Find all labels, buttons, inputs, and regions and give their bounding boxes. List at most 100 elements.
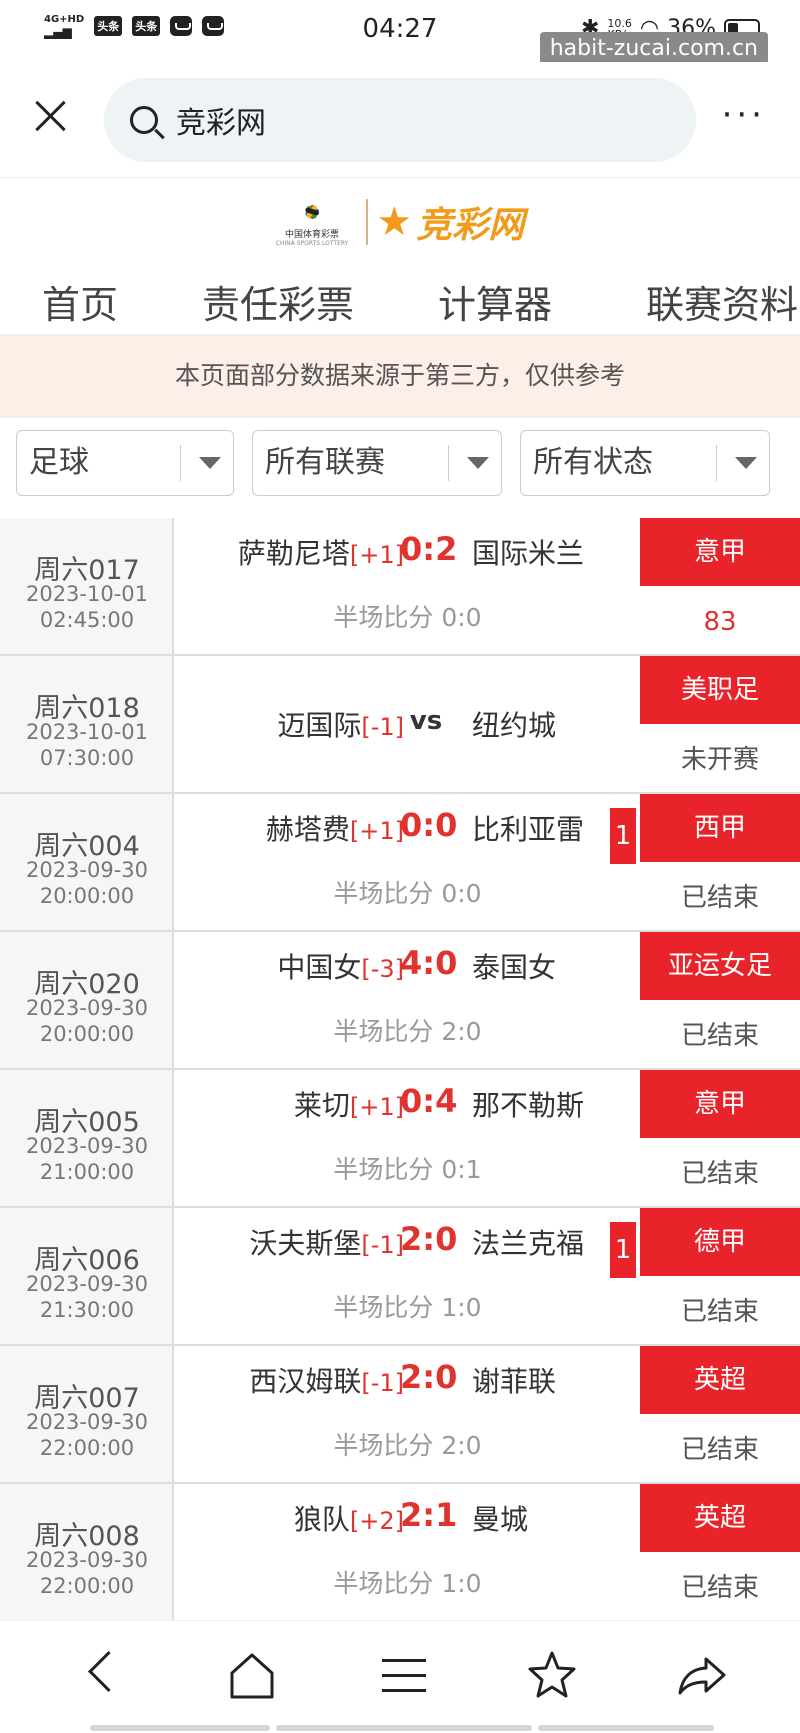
match-row[interactable]: 周六018 2023-10-01 07:30:00 迈国际[-1] vs 纽约城…: [0, 656, 800, 794]
bookmark-star-icon[interactable]: [522, 1645, 582, 1705]
lottery-name: 中国体育彩票: [285, 230, 340, 240]
sport-select[interactable]: 足球: [16, 430, 234, 496]
match-score: 2:1: [400, 1496, 458, 1534]
league-select[interactable]: 所有联赛: [252, 430, 502, 496]
match-time: 22:00:00: [39, 1574, 135, 1598]
select-divider: [180, 445, 181, 481]
half-time-score: 半场比分 2:0: [333, 1431, 482, 1460]
half-time-score: 半场比分 1:0: [333, 1569, 482, 1598]
match-status: 已结束: [640, 862, 800, 930]
more-menu-icon[interactable]: ···: [722, 98, 766, 132]
away-team: 曼城: [472, 1503, 529, 1536]
match-league-cell: 西甲 已结束: [640, 794, 800, 930]
match-date: 2023-09-30: [25, 1272, 149, 1296]
match-teams-cell: 赫塔费[+1] 0:0 比利亚雷 半场比分 0:0: [176, 794, 639, 930]
lottery-star-icon: [297, 197, 327, 227]
match-date-cell: 周六020 2023-09-30 20:00:00: [0, 932, 174, 1068]
search-query: 竞彩网: [176, 106, 266, 141]
home-team: 莱切[+1]: [293, 1089, 404, 1122]
nav-item-calculator[interactable]: 计算器: [438, 274, 552, 329]
search-input[interactable]: 竞彩网: [104, 78, 696, 162]
match-date-cell: 周六006 2023-09-30 21:30:00: [0, 1208, 174, 1344]
handicap: [+1]: [349, 1093, 404, 1121]
red-card-badge: 1: [610, 1222, 636, 1278]
away-team: 泰国女: [472, 951, 557, 984]
match-date-cell: 周六004 2023-09-30 20:00:00: [0, 794, 174, 930]
league-badge: 英超: [640, 1484, 800, 1552]
search-icon: [130, 106, 158, 134]
share-icon[interactable]: [672, 1645, 732, 1705]
home-team: 迈国际[-1]: [277, 709, 404, 742]
match-row[interactable]: 周六007 2023-09-30 22:00:00 西汉姆联[-1] 2:0 谢…: [0, 1346, 800, 1484]
match-status: 83: [640, 586, 800, 654]
match-date: 2023-09-30: [25, 1134, 149, 1158]
brand-logo: ★ 竞彩网: [376, 196, 524, 248]
match-teams-cell: 沃夫斯堡[-1] 2:0 法兰克福 半场比分 1:0: [176, 1208, 639, 1344]
match-status: 未开赛: [640, 724, 800, 792]
match-row[interactable]: 周六005 2023-09-30 21:00:00 莱切[+1] 0:4 那不勒…: [0, 1070, 800, 1208]
half-time-score: 半场比分 1:0: [333, 1293, 482, 1322]
handicap: [-1]: [361, 1231, 404, 1259]
match-row[interactable]: 周六006 2023-09-30 21:30:00 沃夫斯堡[-1] 2:0 法…: [0, 1208, 800, 1346]
match-date: 2023-09-30: [25, 858, 149, 882]
half-time-score: 半场比分 0:0: [333, 879, 482, 908]
match-league-cell: 美职足 未开赛: [640, 656, 800, 792]
match-date-cell: 周六005 2023-09-30 21:00:00: [0, 1070, 174, 1206]
handicap: [-1]: [361, 1369, 404, 1397]
away-team: 比利亚雷: [472, 813, 585, 846]
match-row[interactable]: 周六020 2023-09-30 20:00:00 中国女[-3] 4:0 泰国…: [0, 932, 800, 1070]
match-league-cell: 意甲 已结束: [640, 1070, 800, 1206]
match-date-cell: 周六008 2023-09-30 22:00:00: [0, 1484, 174, 1620]
match-date: 2023-09-30: [25, 1548, 149, 1572]
league-badge: 德甲: [640, 1208, 800, 1276]
away-team: 法兰克福: [472, 1227, 585, 1260]
menu-icon[interactable]: [374, 1645, 434, 1705]
nav-item-home[interactable]: 首页: [42, 274, 118, 329]
half-time-score: 半场比分 2:0: [333, 1017, 482, 1046]
match-score: 4:0: [400, 944, 458, 982]
brand-star-icon: ★: [376, 199, 413, 245]
match-date-cell: 周六007 2023-09-30 22:00:00: [0, 1346, 174, 1482]
match-league-cell: 德甲 已结束: [640, 1208, 800, 1344]
handicap: [+1]: [349, 541, 404, 569]
match-date: 2023-09-30: [25, 1410, 149, 1434]
nav-item-responsible-lottery[interactable]: 责任彩票: [202, 274, 354, 329]
match-date: 2023-10-01: [25, 582, 149, 606]
match-time: 02:45:00: [39, 608, 135, 632]
match-list: 周六017 2023-10-01 02:45:00 萨勒尼塔[+1] 0:2 国…: [0, 518, 800, 1622]
back-icon[interactable]: [72, 1645, 132, 1705]
match-date-cell: 周六017 2023-10-01 02:45:00: [0, 518, 174, 654]
match-teams-cell: 迈国际[-1] vs 纽约城: [176, 656, 639, 792]
close-icon[interactable]: [28, 92, 74, 138]
main-nav: 首页 责任彩票 计算器 联赛资料: [0, 266, 800, 334]
match-date-cell: 周六018 2023-10-01 07:30:00: [0, 656, 174, 792]
match-row[interactable]: 周六008 2023-09-30 22:00:00 狼队[+2] 2:1 曼城 …: [0, 1484, 800, 1622]
match-score: 2:0: [400, 1358, 458, 1396]
match-league-cell: 英超 已结束: [640, 1346, 800, 1482]
logo-divider: [366, 199, 369, 245]
browser-toolbar: 竞彩网 ···: [0, 62, 800, 178]
away-team: 谢菲联: [472, 1365, 557, 1398]
match-row[interactable]: 周六017 2023-10-01 02:45:00 萨勒尼塔[+1] 0:2 国…: [0, 518, 800, 656]
match-time: 21:30:00: [39, 1298, 135, 1322]
match-teams-cell: 西汉姆联[-1] 2:0 谢菲联 半场比分 2:0: [176, 1346, 639, 1482]
half-time-score: 半场比分 0:1: [333, 1155, 482, 1184]
handicap: [-3]: [361, 955, 404, 983]
browser-bottom-bar: [0, 1620, 800, 1733]
home-team: 西汉姆联[-1]: [249, 1365, 404, 1398]
chevron-down-icon: [199, 457, 221, 469]
match-teams-cell: 莱切[+1] 0:4 那不勒斯 半场比分 0:1: [176, 1070, 639, 1206]
nav-item-league-info[interactable]: 联赛资料: [646, 274, 798, 329]
sport-select-value: 足球: [29, 445, 89, 480]
red-card-badge: 1: [610, 808, 636, 864]
select-divider: [448, 445, 449, 481]
site-logo[interactable]: 中国体育彩票 CHINA SPORTS LOTTERY ★ 竞彩网: [0, 178, 800, 266]
gesture-bar: [276, 1725, 532, 1731]
league-select-value: 所有联赛: [265, 445, 385, 480]
select-divider: [716, 445, 717, 481]
home-icon[interactable]: [222, 1645, 282, 1705]
match-row[interactable]: 周六004 2023-09-30 20:00:00 赫塔费[+1] 0:0 比利…: [0, 794, 800, 932]
match-time: 20:00:00: [39, 1022, 135, 1046]
away-team: 国际米兰: [472, 537, 585, 570]
status-select[interactable]: 所有状态: [520, 430, 770, 496]
